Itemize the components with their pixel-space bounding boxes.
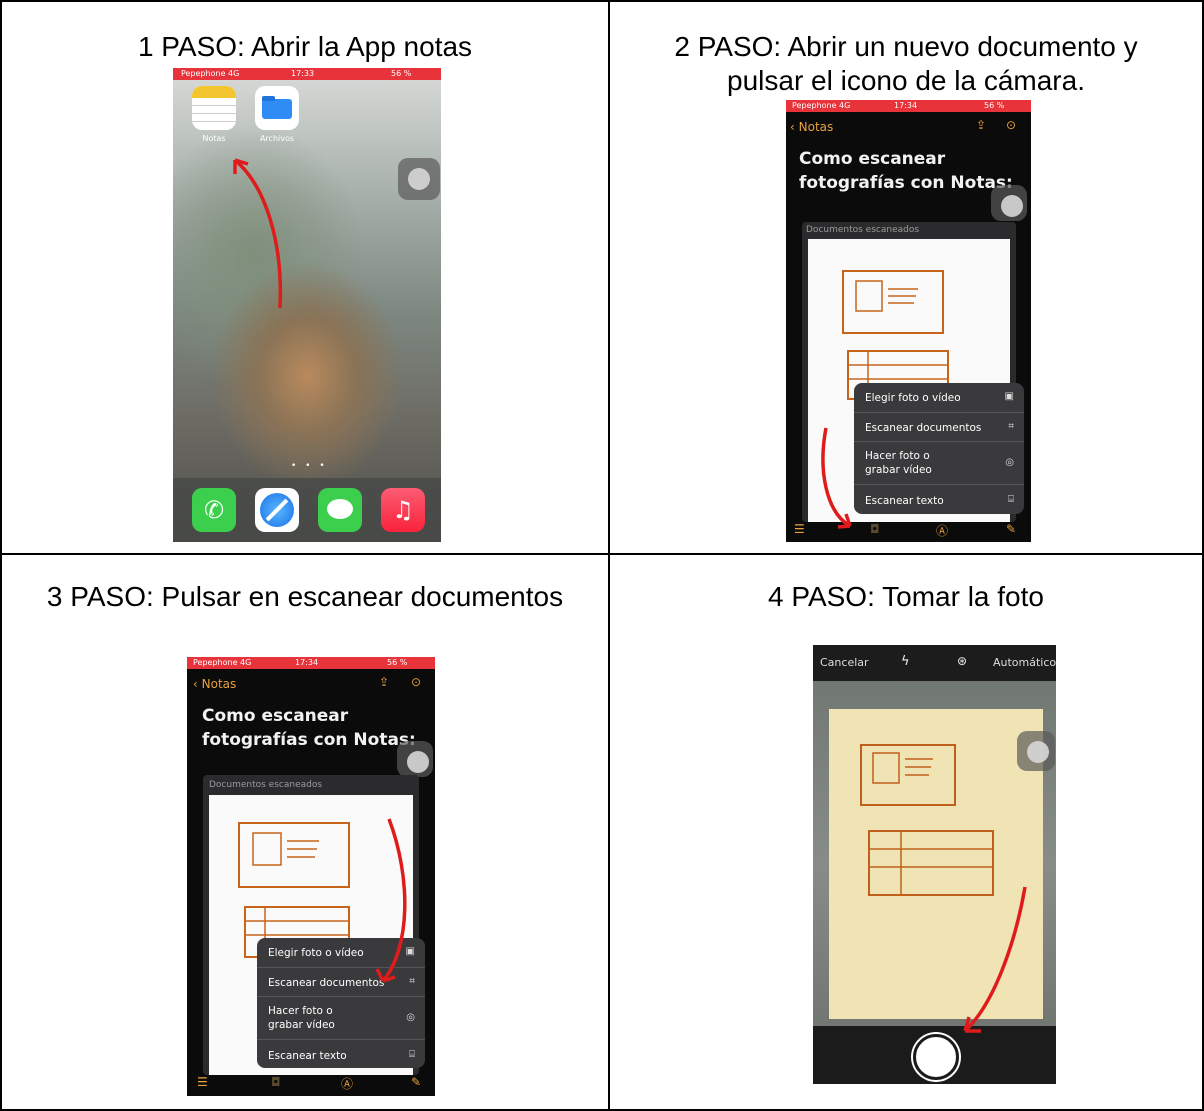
red-arrow-annotation bbox=[963, 886, 1027, 1033]
table-border-top bbox=[0, 0, 1204, 2]
home-screen-screenshot: Pepephone 4G 17:33 56 % Notas Archivos •… bbox=[173, 68, 441, 542]
notes-menu-screenshot: Pepephone 4G 17:34 56 % ‹ Notas ⇪ ⊙ Como… bbox=[786, 100, 1031, 542]
table-divider-vertical bbox=[608, 0, 610, 1111]
red-arrow-annotation bbox=[233, 158, 283, 309]
table-border-left bbox=[0, 0, 2, 1111]
steps-table: 1 PASO: Abrir la App notas 2 PASO: Abrir… bbox=[0, 0, 1204, 1111]
step4-title: 4 PASO: Tomar la foto bbox=[768, 581, 1044, 612]
red-arrow-annotation bbox=[375, 818, 407, 983]
step1-title: 1 PASO: Abrir la App notas bbox=[137, 31, 473, 62]
step2-title-line1: 2 PASO: Abrir un nuevo documento y bbox=[674, 31, 1138, 62]
step3-title: 3 PASO: Pulsar en escanear documentos bbox=[46, 581, 564, 612]
camera-screenshot: Cancelar ϟ ⊛ Automático bbox=[813, 645, 1056, 1084]
scan-documents-screenshot: Pepephone 4G 17:34 56 % ‹ Notas ⇪ ⊙ Como… bbox=[187, 657, 435, 1096]
table-divider-horizontal bbox=[0, 553, 1204, 555]
step2-title-line2: pulsar el icono de la cámara. bbox=[727, 65, 1085, 96]
red-arrow-annotation bbox=[821, 427, 852, 529]
